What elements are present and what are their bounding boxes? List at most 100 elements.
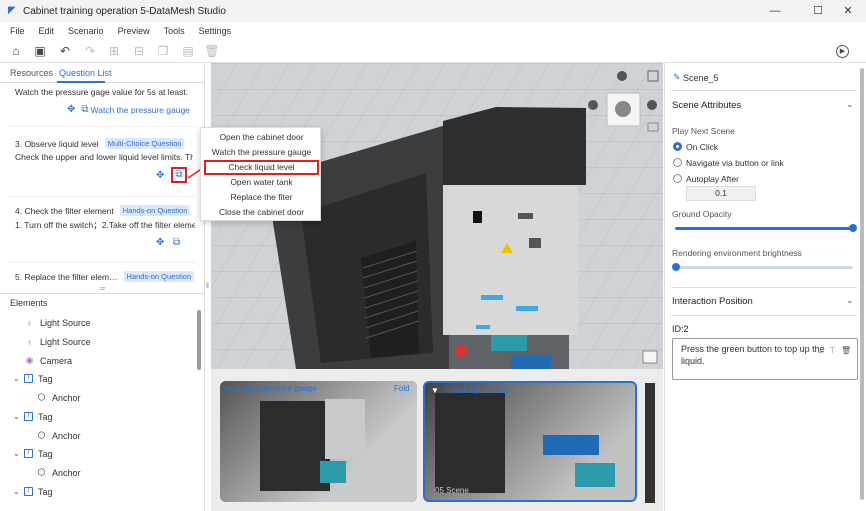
menu-item-open-tank[interactable]: Open water tank — [201, 175, 322, 190]
elements-scrollbar[interactable] — [197, 310, 201, 370]
menu-settings[interactable]: Settings — [199, 26, 232, 36]
thumbnail-2[interactable]: ▼ Check liquid level 05 Scene — [423, 381, 637, 502]
divider — [8, 126, 196, 127]
splitter-handle[interactable]: ═ — [0, 285, 205, 293]
element-item[interactable]: ⌄ T Tag — [13, 369, 53, 388]
radio-navigate[interactable] — [673, 158, 682, 167]
element-item[interactable]: ♁ Light Source — [24, 313, 90, 332]
element-item[interactable]: ⌄ T Tag — [13, 482, 53, 501]
tab-resources[interactable]: Resources — [10, 68, 53, 78]
q4-badge: Hands-on Question — [119, 205, 191, 216]
minimize-button[interactable]: — — [757, 0, 793, 22]
right-scrollbar[interactable] — [860, 68, 864, 500]
chevron-down-icon[interactable]: ⌄ — [13, 374, 22, 383]
cube-icon: ⬡ — [37, 430, 46, 440]
paste-icon[interactable]: ▤ — [180, 43, 196, 59]
on-click-label: On Click — [686, 142, 719, 152]
menu-preview[interactable]: Preview — [118, 26, 150, 36]
bulb-icon: ♁ — [26, 336, 33, 347]
thumbnail-3-edge[interactable] — [645, 383, 655, 503]
tag-icon: T — [24, 374, 33, 383]
menu-item-close-door[interactable]: Close the cabinet door — [201, 205, 322, 220]
cube-icon: ⬡ — [37, 467, 46, 477]
menu-item-replace-filter[interactable]: Replace the fiter — [201, 190, 322, 205]
q4-description: 1. Turn off the switch；2.Take off the fi… — [15, 220, 195, 230]
chevron-down-icon[interactable]: ⌄ — [846, 99, 854, 110]
menu-item-watch-gauge[interactable]: Watch the pressure gauge — [201, 145, 322, 160]
thumbnail-1-label: Watch the pressure gauge — [223, 384, 317, 393]
menu-item-open-door[interactable]: Open the cabinet door — [201, 130, 322, 145]
divider — [671, 315, 857, 316]
render-brightness-label: Rendering environment brightness — [672, 248, 802, 258]
align-top-icon[interactable]: ⊥ — [817, 346, 824, 355]
link-icon[interactable]: ⧉ — [171, 167, 187, 183]
radio-on-click[interactable] — [673, 142, 682, 151]
radio-autoplay[interactable] — [673, 174, 682, 183]
fold-button[interactable]: Fold — [394, 384, 410, 393]
bulb-icon: ♁ — [26, 317, 33, 328]
divider — [671, 90, 857, 91]
q2-actions: ✥ ⧉ Watch the pressure gauge — [67, 104, 190, 115]
undo-icon[interactable]: ↶ — [57, 43, 73, 59]
q5-badge: Hands-on Question — [123, 271, 195, 282]
align-bottom-icon[interactable]: ⊤ — [829, 346, 836, 355]
gizmo-top-icon[interactable] — [617, 71, 627, 81]
q5-header[interactable]: 5. Replace the filter elem… Hands-on Que… — [15, 271, 195, 282]
ground-opacity-knob[interactable] — [849, 224, 857, 232]
close-button[interactable]: ✕ — [830, 0, 866, 22]
move-icon[interactable]: ✥ — [156, 170, 164, 181]
context-menu: Open the cabinet door Watch the pressure… — [200, 127, 321, 221]
q3-header[interactable]: 3. Observe liquid level Multi-Choice Que… — [15, 138, 185, 149]
menu-scenario[interactable]: Scenario — [68, 26, 104, 36]
play-icon[interactable]: ▶ — [836, 45, 849, 58]
element-item[interactable]: ♁ Light Source — [24, 332, 90, 351]
tab-question-list[interactable]: Question List — [59, 68, 112, 78]
q5-title: 5. Replace the filter elem… — [15, 271, 118, 282]
move-icon[interactable]: ✥ — [156, 237, 164, 248]
q2-link[interactable]: Watch the pressure gauge — [91, 105, 190, 115]
menu-tools[interactable]: Tools — [164, 26, 185, 36]
home-icon[interactable]: ⌂ — [8, 43, 24, 59]
vertical-splitter[interactable]: ‖ — [206, 283, 210, 293]
distribute-icon[interactable]: ⊟ — [131, 43, 147, 59]
element-item[interactable]: ⌄ T Tag — [13, 444, 53, 463]
chevron-down-icon[interactable]: ⌄ — [13, 487, 22, 496]
render-brightness-knob[interactable] — [672, 263, 680, 271]
gizmo-right-icon[interactable] — [647, 100, 657, 110]
note-textarea[interactable]: Press the green button to top up the liq… — [672, 338, 858, 380]
element-item[interactable]: ⬡ Anchor — [36, 426, 81, 445]
link-icon[interactable]: ⧉ — [81, 104, 88, 115]
chevron-down-icon[interactable]: ⌄ — [846, 295, 854, 306]
interaction-position-header: Interaction Position — [672, 296, 753, 307]
menu-item-check-liquid[interactable]: Check liquid level — [204, 160, 319, 175]
menu-file[interactable]: File — [10, 26, 25, 36]
menu-edit[interactable]: Edit — [39, 26, 55, 36]
ground-opacity-slider[interactable] — [675, 227, 853, 230]
chevron-down-icon[interactable]: ⌄ — [13, 449, 22, 458]
element-item[interactable]: ⬡ Anchor — [36, 463, 81, 482]
tag-icon: T — [24, 487, 33, 496]
trash-icon[interactable]: 🗑 — [841, 346, 851, 355]
left-tabs: Resources Question List — [0, 63, 205, 83]
play-next-label: Play Next Scene — [672, 126, 735, 136]
scene-name[interactable]: Scene_5 — [683, 73, 719, 83]
save-icon[interactable]: ▣ — [32, 43, 48, 59]
element-item[interactable]: ⬡ Anchor — [36, 388, 81, 407]
thumbnail-1[interactable]: Watch the pressure gauge Fold — [220, 381, 417, 502]
chevron-down-icon[interactable]: ⌄ — [13, 412, 22, 421]
element-item[interactable]: ⌄ T Tag — [13, 407, 53, 426]
delete-icon[interactable]: 🗑 — [204, 43, 220, 59]
autoplay-input[interactable]: 0.1 — [686, 186, 756, 201]
redo-icon[interactable]: ↷ — [82, 43, 98, 59]
list-icon[interactable] — [642, 350, 658, 364]
move-icon[interactable]: ✥ — [67, 104, 75, 115]
pencil-icon[interactable]: ✎ — [673, 72, 681, 83]
copy-icon[interactable]: ❐ — [155, 43, 171, 59]
align-icon[interactable]: ⊞ — [106, 43, 122, 59]
caret-down-icon[interactable]: ▼ — [431, 386, 439, 395]
link-icon[interactable]: ⧉ — [173, 237, 180, 248]
q4-header[interactable]: 4. Check the filter element Hands-on Que… — [15, 205, 191, 216]
render-brightness-slider[interactable] — [675, 266, 853, 269]
element-item[interactable]: ◉ Camera — [24, 351, 72, 370]
gizmo-left-icon[interactable] — [588, 100, 598, 110]
